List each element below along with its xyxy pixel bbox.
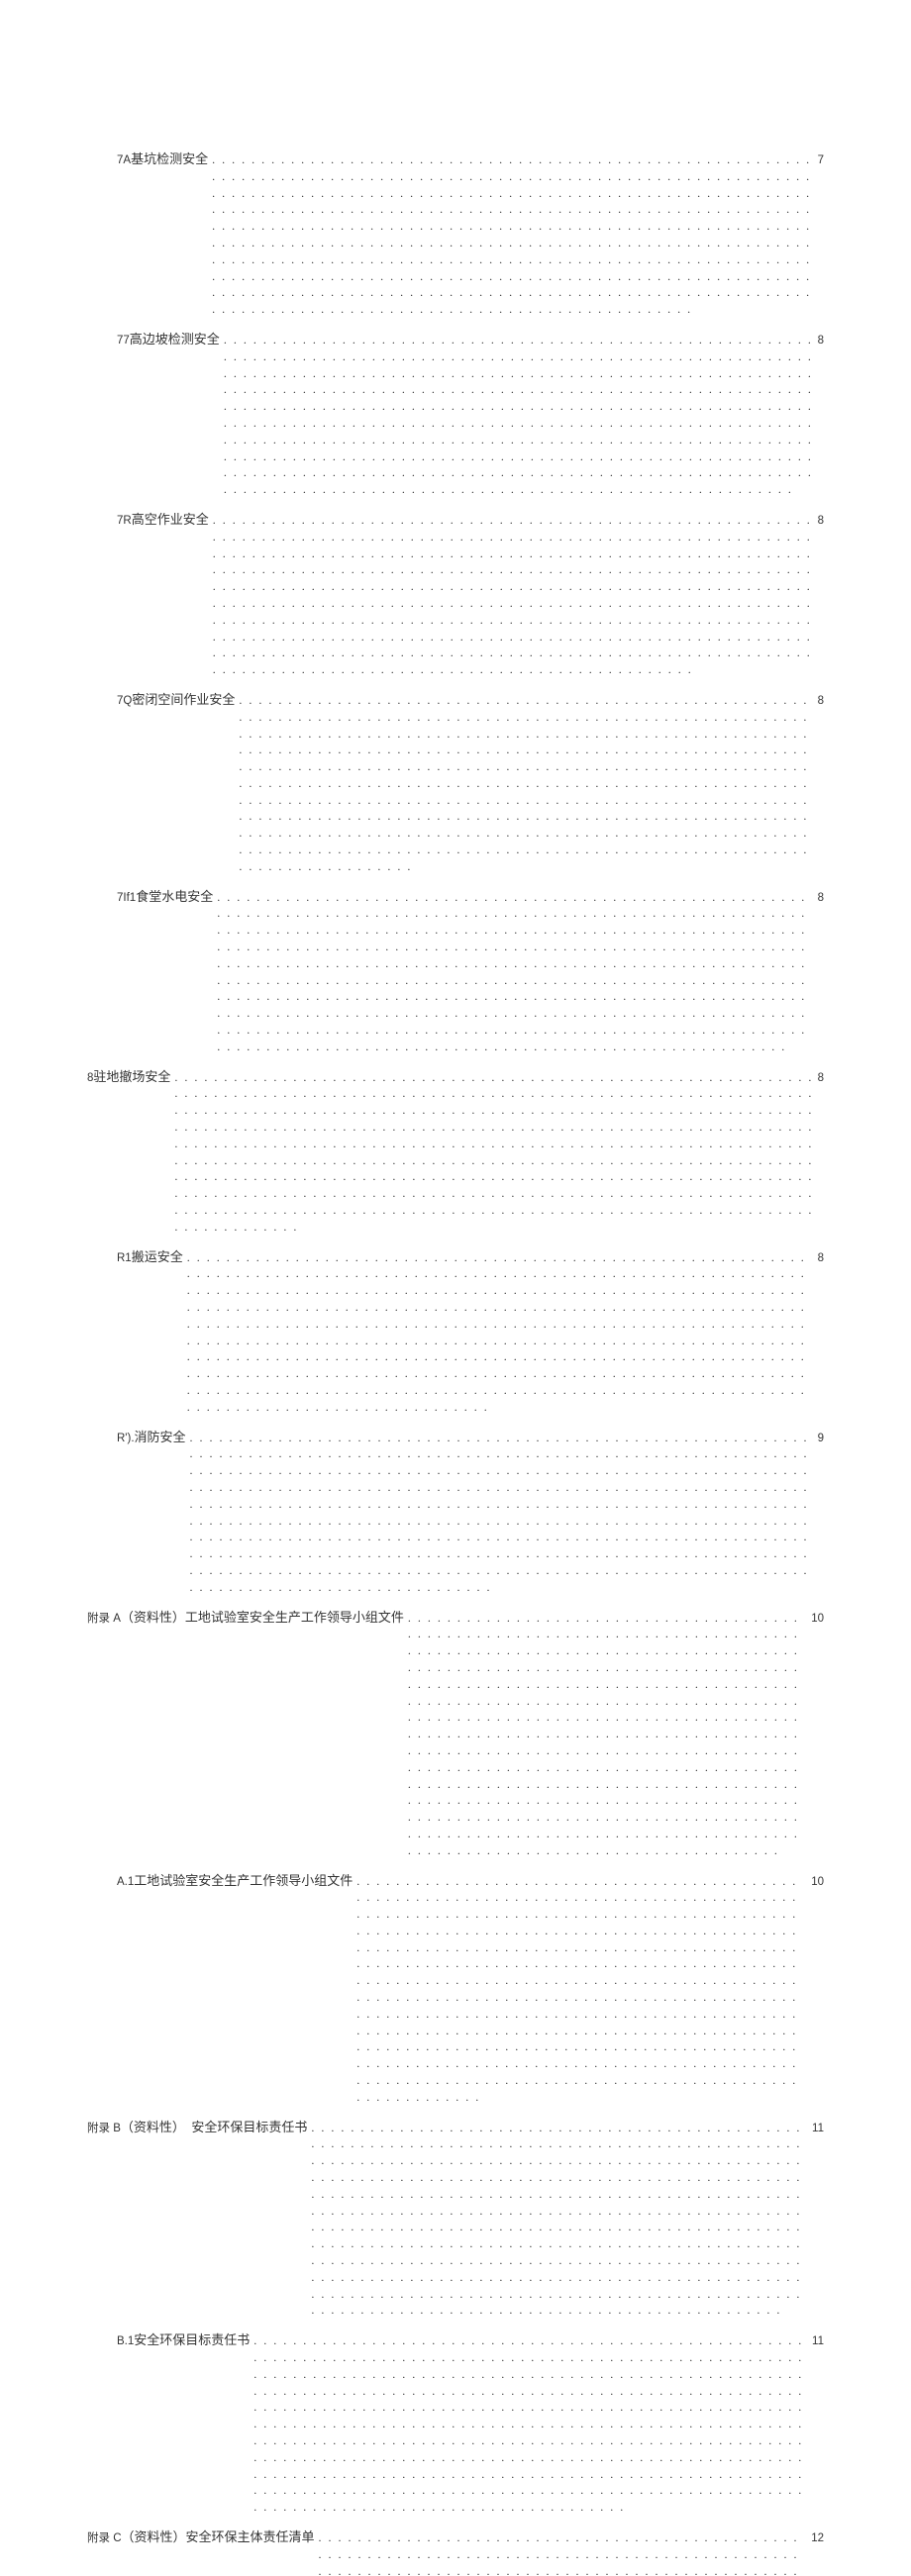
toc-prefix: 附录 B bbox=[87, 2121, 121, 2136]
toc-page-number: 8 bbox=[818, 513, 824, 529]
toc-prefix: 7R bbox=[117, 513, 132, 529]
toc-page-number: 12 bbox=[811, 2530, 824, 2546]
toc-page-number: 11 bbox=[812, 2333, 824, 2349]
toc-leader-dots bbox=[190, 1430, 814, 1596]
toc-entry: 附录 A （资料性）工地试验室安全生产工作领导小组文件 10 bbox=[87, 1609, 824, 1859]
toc-label: 食堂水电安全 bbox=[136, 888, 213, 906]
toc-label: 消防安全 bbox=[135, 1429, 186, 1446]
toc-page-number: 8 bbox=[818, 693, 824, 709]
toc-entry: 7R 高空作业安全 8 bbox=[87, 511, 824, 678]
toc-leader-dots bbox=[217, 889, 813, 1055]
toc-prefix: 附录 A bbox=[87, 1611, 121, 1627]
toc-label: 基坑检测安全 bbox=[131, 150, 208, 168]
toc-leader-dots bbox=[253, 2332, 808, 2516]
toc-prefix: 附录 C bbox=[87, 2530, 122, 2546]
toc-entry: A.1 工地试验室安全生产工作领导小组文件 10 bbox=[87, 1872, 824, 2106]
toc-leader-dots bbox=[239, 692, 813, 875]
toc-label: 搬运安全 bbox=[132, 1248, 183, 1266]
toc-page-number: 8 bbox=[818, 1070, 824, 1086]
toc-page-number: 9 bbox=[818, 1431, 824, 1446]
toc-entry: 7Q 密闭空间作业安全 8 bbox=[87, 691, 824, 875]
toc-label: 高空作业安全 bbox=[132, 511, 209, 529]
toc-entry: R1 搬运安全 8 bbox=[87, 1248, 824, 1416]
toc-label: 密闭空间作业安全 bbox=[132, 691, 235, 709]
toc-page-number: 7 bbox=[818, 152, 824, 168]
toc-page-number: 11 bbox=[812, 2121, 824, 2136]
toc-leader-dots bbox=[212, 151, 814, 318]
toc-leader-dots bbox=[187, 1249, 814, 1416]
toc-prefix: R'). bbox=[117, 1431, 135, 1446]
toc-label: （资料性） 安全环保目标责任书 bbox=[121, 2119, 308, 2136]
toc-label: （资料性）安全环保主体责任清单 bbox=[122, 2528, 315, 2546]
toc-label: 安全环保目标责任书 bbox=[134, 2331, 250, 2349]
toc-page-number: 10 bbox=[811, 1611, 824, 1627]
toc-prefix: 77 bbox=[117, 333, 130, 348]
toc-label: 工地试验室安全生产工作领导小组文件 bbox=[134, 1872, 353, 1890]
toc-prefix: 7Q bbox=[117, 693, 132, 709]
toc-entry: 7If1 食堂水电安全 8 bbox=[87, 888, 824, 1055]
toc-prefix: B.1 bbox=[117, 2333, 134, 2349]
toc-prefix: A.1 bbox=[117, 1874, 134, 1890]
toc-entry: 8 驻地撤场安全 8 bbox=[87, 1068, 824, 1236]
toc-entry: 附录 C （资料性）安全环保主体责任清单 12 bbox=[87, 2528, 824, 2576]
toc-entry: 7A 基坑检测安全 7 bbox=[87, 150, 824, 318]
toc-label: （资料性）工地试验室安全生产工作领导小组文件 bbox=[121, 1609, 404, 1627]
toc-leader-dots bbox=[174, 1069, 813, 1236]
toc-prefix: R1 bbox=[117, 1250, 132, 1266]
toc-page-number: 10 bbox=[811, 1874, 824, 1890]
toc-leader-dots bbox=[224, 332, 814, 498]
toc-leader-dots bbox=[319, 2529, 808, 2576]
toc-prefix: 7If1 bbox=[117, 890, 136, 906]
toc-entry: 77 高边坡检测安全 8 bbox=[87, 331, 824, 498]
toc-leader-dots bbox=[311, 2120, 808, 2320]
table-of-contents: 7A 基坑检测安全 7 77 高边坡检测安全 8 7R 高空作业安全 8 7Q … bbox=[87, 150, 824, 2576]
toc-label: 高边坡检测安全 bbox=[130, 331, 220, 348]
toc-label: 驻地撤场安全 bbox=[93, 1068, 170, 1086]
toc-page-number: 8 bbox=[818, 1250, 824, 1266]
toc-entry: B.1 安全环保目标责任书 11 bbox=[87, 2331, 824, 2516]
toc-page-number: 8 bbox=[818, 333, 824, 348]
toc-leader-dots bbox=[356, 1873, 807, 2106]
toc-entry: 附录 B （资料性） 安全环保目标责任书 11 bbox=[87, 2119, 824, 2320]
toc-leader-dots bbox=[213, 512, 814, 678]
toc-prefix: 7A bbox=[117, 152, 131, 168]
toc-entry: R'). 消防安全 9 bbox=[87, 1429, 824, 1596]
toc-leader-dots bbox=[408, 1610, 807, 1859]
document-page: 7A 基坑检测安全 7 77 高边坡检测安全 8 7R 高空作业安全 8 7Q … bbox=[0, 0, 911, 2576]
toc-page-number: 8 bbox=[818, 890, 824, 906]
